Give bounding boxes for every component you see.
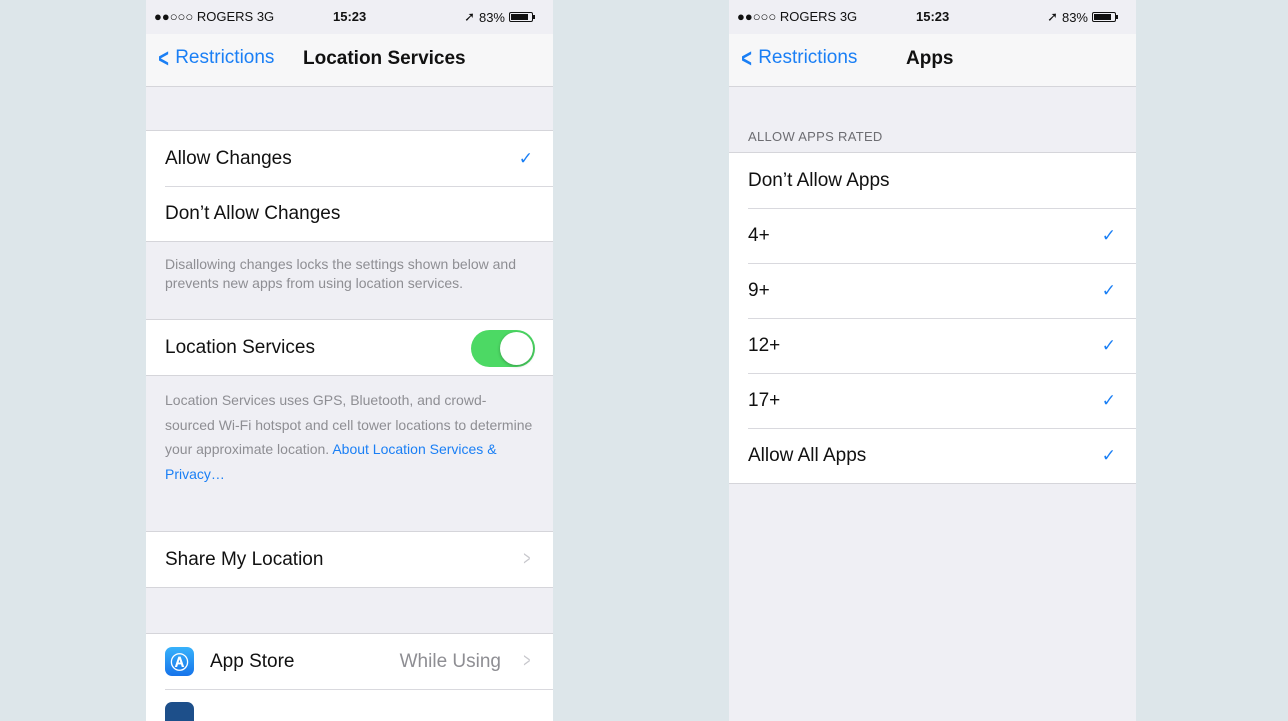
allow-changes-row[interactable]: Allow Changes ✓ — [146, 131, 553, 186]
location-services-row: Location Services — [146, 320, 553, 375]
location-arrow-icon: ➚ — [1047, 9, 1058, 24]
page-title: Location Services — [303, 48, 466, 69]
chevron-left-icon: < — [741, 43, 752, 73]
share-my-location-label: Share My Location — [165, 548, 324, 570]
location-services-footnote: Location Services uses GPS, Bluetooth, a… — [165, 392, 533, 482]
changes-footnote: Disallowing changes locks the settings s… — [165, 256, 516, 291]
carrier-label: ●●○○○ ROGERS 3G — [154, 9, 275, 24]
status-bar: ●●○○○ ROGERS 3G 15:23 ➚ 83% — [729, 0, 1136, 34]
app-row-app-store[interactable]: Ⓐ App Store While Using > — [146, 634, 553, 689]
battery-icon — [1092, 12, 1118, 22]
back-label: Restrictions — [758, 47, 858, 68]
option-allow-all-apps[interactable]: Allow All Apps ✓ — [729, 428, 1136, 483]
changes-group: Allow Changes ✓ Don’t Allow Changes — [146, 130, 553, 242]
share-my-location-row[interactable]: Share My Location > — [146, 532, 553, 587]
checkmark-icon: ✓ — [518, 148, 533, 168]
clock: 15:23 — [333, 9, 367, 24]
back-label: Restrictions — [175, 47, 275, 68]
app-store-icon: Ⓐ — [165, 647, 194, 676]
status-bar: ●●○○○ ROGERS 3G 15:23 ➚ 83% — [146, 0, 553, 34]
option-4plus[interactable]: 4+ ✓ — [729, 208, 1136, 263]
app-row-next[interactable] — [146, 689, 553, 721]
chevron-left-icon: < — [158, 43, 169, 73]
location-services-screen: ●●○○○ ROGERS 3G 15:23 ➚ 83% < Restrictio… — [146, 0, 553, 721]
carrier-label: ●●○○○ ROGERS 3G — [737, 9, 858, 24]
dont-allow-changes-label: Don’t Allow Changes — [165, 202, 341, 224]
option-dont-allow-apps[interactable]: Don’t Allow Apps — [729, 153, 1136, 208]
allow-changes-label: Allow Changes — [165, 147, 292, 169]
option-9plus[interactable]: 9+ ✓ — [729, 263, 1136, 318]
chevron-right-icon: > — [523, 650, 531, 672]
location-services-group: Location Services — [146, 319, 553, 376]
checkmark-icon: ✓ — [1101, 390, 1116, 410]
clock: 15:23 — [916, 9, 950, 24]
location-services-label: Location Services — [165, 336, 315, 358]
toggle-knob — [500, 332, 533, 365]
back-button[interactable]: < Restrictions — [739, 43, 858, 73]
page-title: Apps — [906, 48, 954, 69]
option-12plus[interactable]: 12+ ✓ — [729, 318, 1136, 373]
battery-percent: 83% — [478, 9, 505, 25]
app-icon — [165, 702, 194, 721]
back-button[interactable]: < Restrictions — [156, 43, 275, 73]
app-permission: While Using — [399, 650, 501, 672]
chevron-right-icon: > — [523, 548, 531, 570]
dont-allow-changes-row[interactable]: Don’t Allow Changes — [146, 186, 553, 241]
location-arrow-icon: ➚ — [464, 9, 475, 24]
app-ratings-group: Don’t Allow Apps 4+ ✓ 9+ ✓ 12+ ✓ 17+ ✓ A… — [729, 152, 1136, 484]
checkmark-icon: ✓ — [1101, 445, 1116, 465]
share-location-group: Share My Location > — [146, 531, 553, 588]
checkmark-icon: ✓ — [1101, 335, 1116, 355]
section-header: ALLOW APPS RATED — [748, 129, 883, 144]
location-services-toggle[interactable] — [471, 330, 535, 367]
apps-group: Ⓐ App Store While Using > — [146, 633, 553, 721]
navigation-bar: < Restrictions Location Services — [146, 34, 553, 87]
checkmark-icon: ✓ — [1101, 280, 1116, 300]
battery-icon — [509, 12, 535, 22]
checkmark-icon: ✓ — [1101, 225, 1116, 245]
navigation-bar: < Restrictions Apps — [729, 34, 1136, 87]
option-17plus[interactable]: 17+ ✓ — [729, 373, 1136, 428]
app-name: App Store — [210, 650, 295, 672]
apps-screen: ●●○○○ ROGERS 3G 15:23 ➚ 83% < Restrictio… — [729, 0, 1136, 721]
battery-percent: 83% — [1061, 9, 1088, 25]
